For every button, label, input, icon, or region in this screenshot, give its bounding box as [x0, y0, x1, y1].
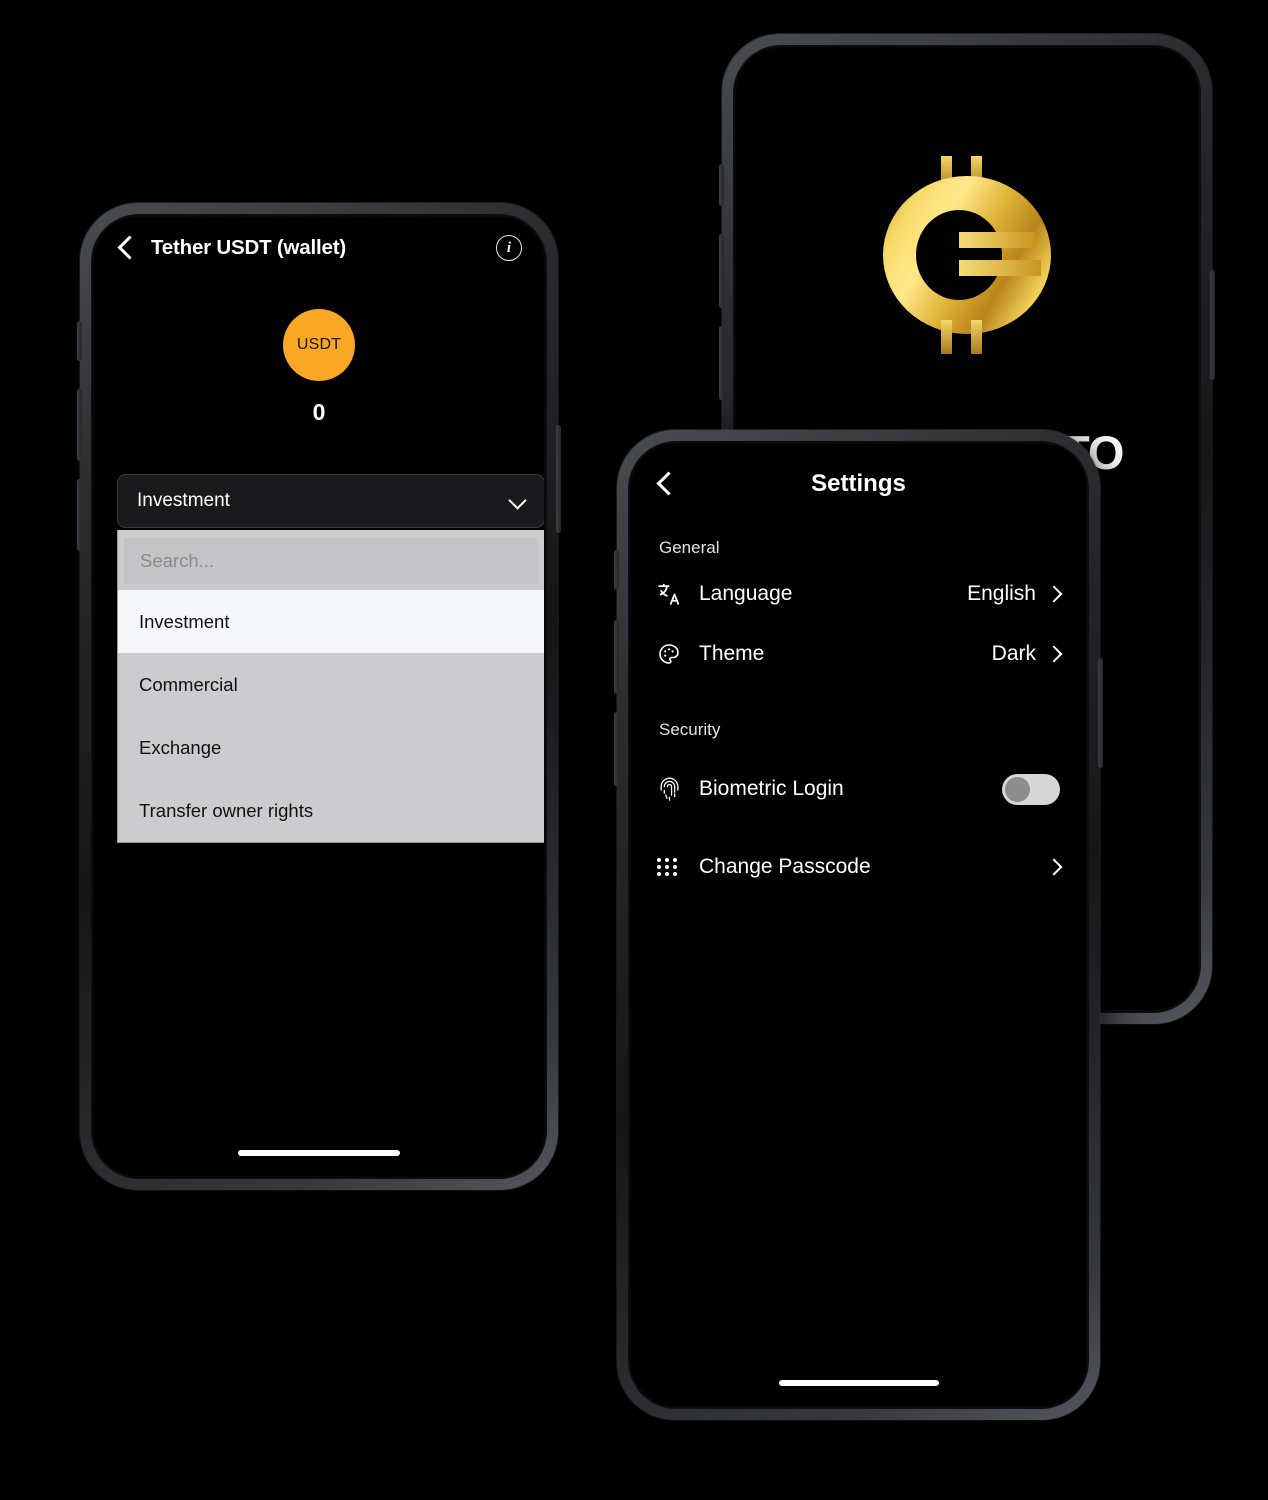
- info-icon[interactable]: i: [496, 235, 522, 261]
- account-type-selected-value: Investment: [137, 490, 230, 511]
- page-title: Settings: [811, 470, 906, 497]
- device-volume-up-button[interactable]: [614, 620, 619, 694]
- device-mute-button[interactable]: [614, 550, 619, 590]
- translate-icon: [657, 582, 689, 607]
- dropdown-option-investment[interactable]: Investment: [118, 590, 544, 653]
- account-type-select-wrapper: Investment Search... Investment Commerci…: [117, 474, 544, 843]
- gold-coin-g-logo-icon: [867, 144, 1067, 359]
- settings-row-label: Language: [699, 582, 793, 605]
- dropdown-search-placeholder: Search...: [140, 550, 215, 571]
- settings-screen: Settings General Language English Theme …: [631, 444, 1086, 1406]
- device-bezel: Tether USDT (wallet) i USDT 0 Investment: [91, 214, 547, 1179]
- fingerprint-icon: [657, 776, 689, 803]
- dropdown-option-label: Exchange: [139, 736, 222, 758]
- home-indicator[interactable]: [238, 1150, 400, 1156]
- device-bezel: Settings General Language English Theme …: [628, 441, 1089, 1409]
- settings-row-value: Dark: [991, 642, 1036, 665]
- keypad-grid-icon: [657, 858, 689, 876]
- account-type-select[interactable]: Investment: [117, 474, 544, 528]
- device-power-button[interactable]: [556, 425, 561, 533]
- token-summary: USDT 0: [94, 309, 544, 426]
- device-volume-up-button[interactable]: [77, 389, 82, 461]
- settings-row-theme[interactable]: Theme Dark: [631, 630, 1086, 678]
- phone-settings-device: Settings General Language English Theme …: [614, 430, 1103, 1420]
- dropdown-option-label: Commercial: [139, 673, 238, 695]
- settings-row-change-passcode[interactable]: Change Passcode: [631, 838, 1086, 896]
- settings-row-label: Biometric Login: [699, 777, 844, 800]
- home-indicator[interactable]: [778, 1380, 939, 1386]
- dropdown-option-commercial[interactable]: Commercial: [118, 653, 544, 716]
- device-volume-up-button[interactable]: [719, 234, 724, 308]
- section-header-general: General: [659, 538, 720, 557]
- dropdown-option-label: Investment: [139, 610, 230, 632]
- wallet-screen: Tether USDT (wallet) i USDT 0 Investment: [94, 217, 544, 1176]
- palette-icon: [657, 642, 689, 666]
- dropdown-option-label: Transfer owner rights: [139, 799, 314, 821]
- device-mute-button[interactable]: [719, 164, 724, 206]
- device-power-button[interactable]: [1210, 270, 1215, 380]
- device-volume-down-button[interactable]: [77, 479, 82, 551]
- settings-row-language[interactable]: Language English: [631, 570, 1086, 618]
- settings-row-label: Change Passcode: [699, 855, 871, 878]
- back-button[interactable]: [118, 235, 133, 261]
- section-header-security: Security: [659, 720, 721, 739]
- device-volume-down-button[interactable]: [614, 712, 619, 786]
- chevron-right-icon: [1048, 588, 1060, 600]
- settings-navigation-bar: Settings: [631, 444, 1086, 524]
- screenshot-stage: WELCOME TO GOLDEN WALLET Tether USDT (wa…: [0, 0, 1268, 1500]
- settings-row-value: English: [967, 582, 1036, 605]
- chevron-right-icon: [1048, 648, 1060, 660]
- settings-row-biometric-login[interactable]: Biometric Login: [631, 760, 1086, 818]
- device-mute-button[interactable]: [77, 321, 82, 361]
- settings-row-label: Theme: [699, 642, 765, 665]
- phone-wallet-device: Tether USDT (wallet) i USDT 0 Investment: [77, 203, 561, 1190]
- token-balance: 0: [312, 399, 326, 425]
- usdt-token-badge: USDT: [283, 309, 355, 381]
- dropdown-search-input[interactable]: Search...: [124, 538, 538, 584]
- chevron-down-icon: [510, 494, 525, 509]
- dropdown-option-exchange[interactable]: Exchange: [118, 716, 544, 779]
- dropdown-option-transfer-owner-rights[interactable]: Transfer owner rights: [118, 779, 544, 842]
- account-type-dropdown: Search... Investment Commercial Exchange: [117, 530, 544, 843]
- device-power-button[interactable]: [1098, 658, 1103, 768]
- biometric-login-toggle[interactable]: [1002, 773, 1060, 805]
- chevron-right-icon: [1048, 861, 1060, 873]
- page-title: Tether USDT (wallet): [151, 236, 346, 259]
- wallet-navigation-bar: Tether USDT (wallet) i: [94, 217, 544, 279]
- toggle-knob: [1005, 776, 1030, 802]
- device-volume-down-button[interactable]: [719, 326, 724, 400]
